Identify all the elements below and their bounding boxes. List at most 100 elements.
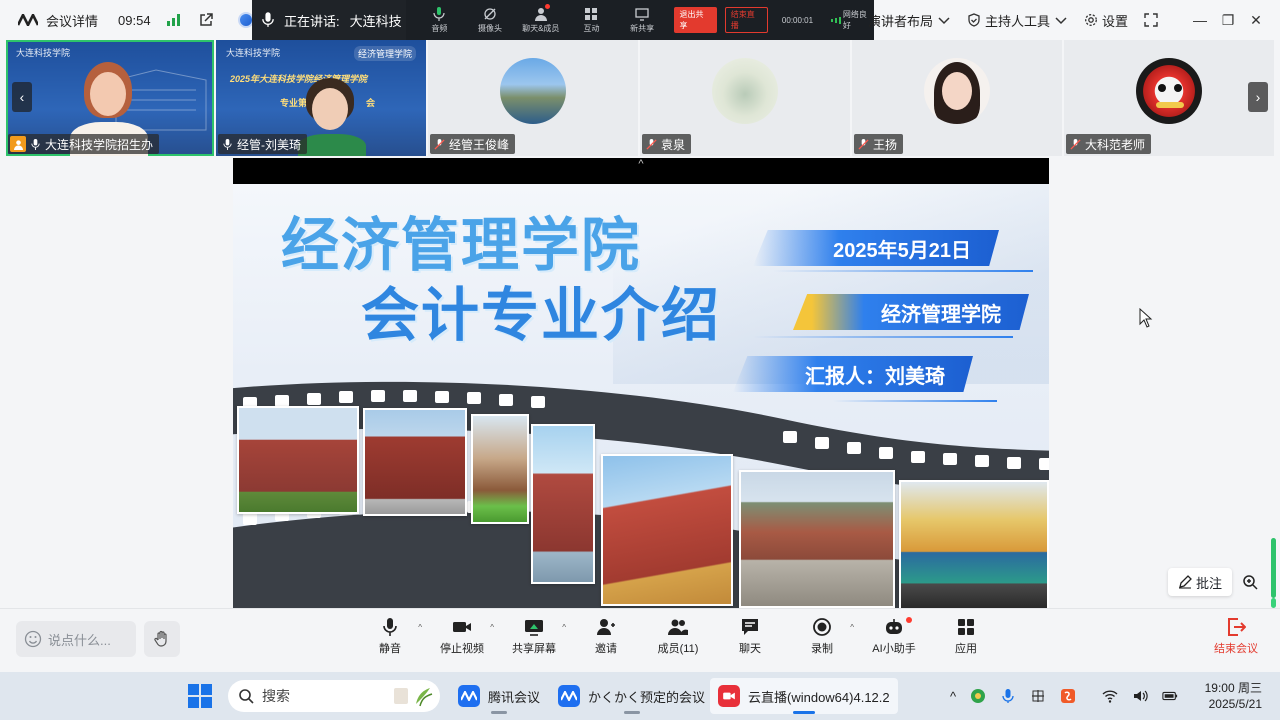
ai-assistant-label: AI小助手 <box>872 643 916 655</box>
taskbar-app[interactable]: 腾讯会议 <box>450 678 548 714</box>
restore-button[interactable]: ❐ <box>1214 12 1242 29</box>
windows-start-icon[interactable] <box>188 684 212 708</box>
mic-icon <box>262 12 274 27</box>
speaking-label: 正在讲话: <box>284 13 340 29</box>
tray-sogou-icon[interactable] <box>1060 688 1076 704</box>
taskbar-app[interactable]: 云直播(window64)4.12.2 <box>710 678 898 714</box>
members-button[interactable]: 成员(11) <box>642 617 714 656</box>
ai-assistant-button[interactable]: AI小助手 <box>858 617 930 656</box>
floatbar-new-share-button[interactable]: 新共享 <box>617 0 668 40</box>
floatbar-camera-label: 摄像头 <box>478 23 503 33</box>
tray-ime-icon[interactable] <box>1030 688 1046 704</box>
participant-name-tag: 经管王俊峰 <box>430 134 516 154</box>
floatbar-audio-label: 音频 <box>431 23 448 33</box>
exit-share-button[interactable]: 退出共享 <box>673 7 717 33</box>
participant-name: 袁泉 <box>661 137 686 152</box>
campus-photo <box>601 454 733 606</box>
volume-icon[interactable] <box>1132 688 1148 704</box>
taskbar-clock[interactable]: 19:00 周三 2025/5/21 <box>1205 680 1262 712</box>
strip-prev-button[interactable]: ‹ <box>12 82 32 112</box>
annotate-label: 批注 <box>1195 575 1222 591</box>
chevron-up-icon[interactable]: ^ <box>562 623 566 632</box>
chevron-up-icon[interactable]: ^ <box>490 623 494 632</box>
taskbar-search-placeholder: 搜索 <box>262 688 290 704</box>
tray-mic-icon[interactable] <box>1000 688 1016 704</box>
mic-icon <box>31 138 40 150</box>
mute-button[interactable]: ^ 静音 <box>354 617 426 656</box>
taskbar-search[interactable]: 搜索 <box>228 680 440 712</box>
taskbar-app[interactable]: かくかく预定的会议 <box>550 678 713 714</box>
raise-hand-icon <box>154 630 167 647</box>
floatbar-interact-button[interactable]: 互动 <box>566 0 617 40</box>
meeting-details-link[interactable]: 会议详情 <box>46 11 98 30</box>
exit-icon <box>1228 618 1246 636</box>
share-screen-button[interactable]: ^ 共享屏幕 <box>498 617 570 656</box>
apps-button[interactable]: 应用 <box>930 617 1002 656</box>
strip-next-button[interactable]: › <box>1248 82 1268 112</box>
speaking-indicator: 正在讲话: 大连科技 <box>252 0 406 40</box>
end-live-button[interactable]: 结束直播 <box>724 7 768 33</box>
floatbar-camera-button[interactable]: 摄像头 <box>465 0 516 40</box>
floatbar-new-share-label: 新共享 <box>630 23 655 33</box>
shield-icon <box>968 13 980 27</box>
chevron-up-icon[interactable]: ^ <box>418 623 422 632</box>
participant-tile[interactable]: 袁泉 <box>640 40 850 156</box>
invite-icon <box>597 619 615 635</box>
scrollbar[interactable] <box>1271 538 1276 598</box>
participant-tile[interactable]: 王扬 <box>852 40 1062 156</box>
share-icon <box>635 7 649 21</box>
invite-button[interactable]: 邀请 <box>570 617 642 656</box>
record-button[interactable]: ^ 录制 <box>786 617 858 656</box>
participant-tile[interactable]: 大连科技学院 大连科技学院招生办 ‹ <box>6 40 214 156</box>
tencent-meeting-logo-icon <box>18 14 38 26</box>
tray-app-icon[interactable] <box>970 688 986 704</box>
slide-divider <box>773 270 1033 272</box>
settings-button[interactable]: 设置 <box>1084 11 1128 30</box>
participant-tile[interactable]: 大科范老师 › <box>1064 40 1274 156</box>
floatbar-interact-label: 互动 <box>583 23 600 33</box>
raise-hand-button[interactable] <box>144 621 180 657</box>
external-link-icon[interactable] <box>198 12 214 28</box>
video-icon <box>453 622 471 632</box>
campus-photo <box>237 406 359 514</box>
chevron-up-icon[interactable]: ^ <box>638 158 643 170</box>
end-meeting-button[interactable]: 结束会议 <box>1214 617 1258 656</box>
tencent-meeting-icon <box>558 685 580 707</box>
windows-taskbar: 搜索 腾讯会议 かくかく预定的会议 云直播(window64)4.12.2 ^ … <box>0 672 1280 720</box>
stop-video-button[interactable]: ^ 停止视频 <box>426 617 498 656</box>
host-tools-button[interactable]: 主持人工具 <box>967 11 1068 30</box>
taskbar-running-indicator <box>792 711 815 714</box>
chat-placeholder: 说点什么... <box>48 632 111 648</box>
poster-text-2: 专业第 <box>280 98 308 108</box>
zoom-button[interactable] <box>1238 568 1262 596</box>
tray-overflow-icon[interactable]: ^ <box>950 689 956 704</box>
floating-share-toolbar: 音频 摄像头 聊天&成员 互动 新共享 退出共享 结束直播 00:00:01 网… <box>406 0 874 40</box>
participant-tile[interactable]: 大连科技学院 经济管理学院 2025年大连科技学院经济管理学院 专业第 会 经管… <box>216 40 426 156</box>
annotate-button[interactable]: 批注 <box>1168 568 1232 596</box>
chevron-up-icon[interactable]: ^ <box>850 623 854 632</box>
avatar <box>500 58 566 124</box>
members-icon <box>668 619 688 635</box>
signal-strength-icon[interactable] <box>166 14 180 26</box>
mute-label: 静音 <box>379 643 401 655</box>
wifi-icon[interactable] <box>1102 688 1118 704</box>
zoom-in-icon <box>1243 575 1258 590</box>
campus-photo <box>531 424 595 584</box>
mic-icon <box>223 138 232 150</box>
chat-input[interactable]: 说点什么... <box>16 621 136 657</box>
chat-button[interactable]: 聊天 <box>714 617 786 656</box>
share-screen-label: 共享屏幕 <box>512 643 556 655</box>
close-button[interactable]: ✕ <box>1242 12 1270 29</box>
ai-assistant-icon <box>886 619 902 634</box>
campus-photo <box>471 414 529 524</box>
fullscreen-button[interactable] <box>1144 13 1158 27</box>
presenter-layout-button[interactable]: 演讲者布局 <box>868 11 951 30</box>
participant-tile[interactable]: 经管王俊峰 <box>428 40 638 156</box>
battery-icon[interactable] <box>1162 688 1178 704</box>
floatbar-audio-button[interactable]: 音频 <box>414 0 465 40</box>
floatbar-chat-label: 聊天&成员 <box>522 23 560 33</box>
floatbar-chat-members-button[interactable]: 聊天&成员 <box>515 0 566 40</box>
speaking-name: 大连科技 <box>349 13 402 29</box>
host-badge-icon <box>10 136 26 152</box>
minimize-button[interactable]: — <box>1186 12 1214 28</box>
